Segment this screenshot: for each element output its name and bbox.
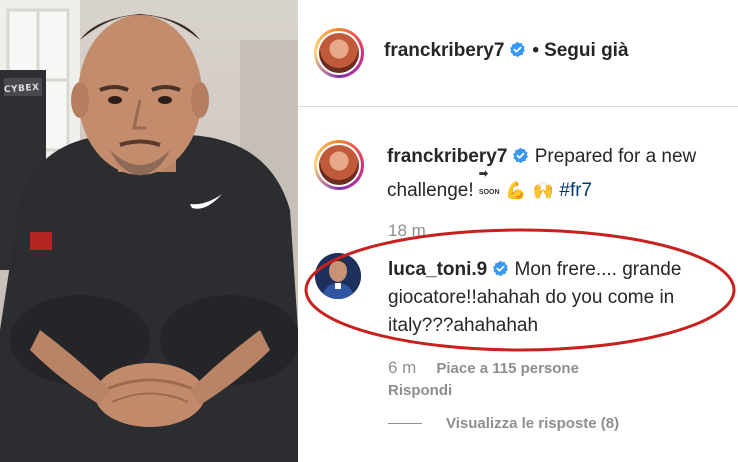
verified-badge-icon (513, 147, 529, 164)
flexed-biceps-emoji: 💪 (505, 181, 527, 200)
profile-picture (319, 33, 359, 73)
header-username[interactable]: franckribery7 (384, 40, 504, 61)
header-divider (298, 106, 738, 107)
view-replies-label: Visualizza le risposte (8) (446, 415, 620, 432)
verified-badge-icon (493, 260, 509, 277)
verified-badge-icon (510, 41, 526, 58)
post-side-panel: franckribery7 • Segui già franckribery7 P… (298, 0, 738, 462)
highlight-ellipse (304, 228, 736, 352)
comment-meta: 6 m Piace a 115 persone (388, 358, 579, 378)
separator-dot: • (532, 40, 540, 61)
profile-picture (319, 145, 359, 185)
caption-timestamp[interactable]: 18 m (388, 221, 426, 241)
photo-illustration (0, 0, 298, 462)
comment-timestamp[interactable]: 6 m (388, 358, 416, 377)
view-replies-line (388, 423, 422, 424)
comment-likes[interactable]: Piace a 115 persone (436, 360, 579, 377)
caption-username[interactable]: franckribery7 (387, 146, 507, 167)
follow-status-button[interactable]: Segui già (544, 40, 628, 61)
view-replies-button[interactable]: Visualizza le risposte (8) (388, 415, 619, 432)
comment-avatar[interactable] (315, 253, 361, 299)
raising-hands-emoji: 🙌 (532, 181, 554, 200)
comment-body: luca_toni.9 Mon frere.... grande giocato… (388, 256, 734, 340)
comment-username[interactable]: luca_toni.9 (388, 259, 487, 280)
post-header: franckribery7 • Segui già (384, 40, 629, 62)
caption-avatar[interactable] (314, 140, 364, 190)
hashtag-link[interactable]: #fr7 (559, 180, 592, 201)
commenter-picture (315, 253, 361, 299)
header-avatar[interactable] (314, 28, 364, 78)
post-photo[interactable]: CYBEX (0, 0, 298, 462)
reply-button[interactable]: Rispondi (388, 382, 452, 399)
soon-arrow-icon: ➡ SOON (478, 168, 500, 197)
post-caption: franckribery7 Prepared for a new challen… (387, 143, 737, 206)
